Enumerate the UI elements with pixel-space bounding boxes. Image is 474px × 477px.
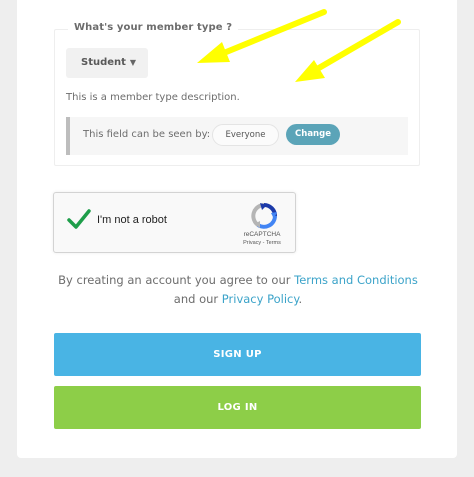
log-in-button[interactable]: LOG IN [54, 386, 421, 429]
member-type-select[interactable]: Student ▼ [66, 48, 148, 78]
recaptcha-logo-icon [250, 202, 278, 234]
recaptcha-privacy-link[interactable]: Privacy [243, 240, 261, 246]
recaptcha-widget: I'm not a robot reCAPTCHA Privacy - Term… [53, 192, 296, 253]
change-visibility-button[interactable]: Change [286, 124, 340, 145]
caret-down-icon: ▼ [129, 58, 136, 67]
member-type-description: This is a member type description. [66, 92, 240, 103]
member-type-selected-value: Student [81, 57, 126, 68]
recaptcha-brand: reCAPTCHA [243, 231, 281, 238]
sign-up-button[interactable]: SIGN UP [54, 333, 421, 376]
terms-and-conditions-link[interactable]: Terms and Conditions [294, 273, 418, 287]
agreement-text-middle: and our [173, 292, 222, 306]
agreement-text: By creating an account you agree to our … [54, 271, 422, 309]
checkmark-icon[interactable] [66, 207, 92, 235]
agreement-text-after: . [298, 292, 303, 306]
field-visibility-bar: This field can be seen by: Everyone Chan… [66, 117, 408, 155]
visibility-value-badge: Everyone [212, 124, 279, 146]
privacy-policy-link[interactable]: Privacy Policy [222, 292, 299, 306]
recaptcha-terms-link[interactable]: Terms [266, 240, 281, 246]
agreement-text-before: By creating an account you agree to our [58, 273, 295, 287]
visibility-label: This field can be seen by: [83, 129, 211, 140]
recaptcha-links: Privacy - Terms [237, 240, 287, 246]
member-type-legend: What's your member type ? [68, 22, 239, 33]
recaptcha-label: I'm not a robot [97, 214, 167, 226]
